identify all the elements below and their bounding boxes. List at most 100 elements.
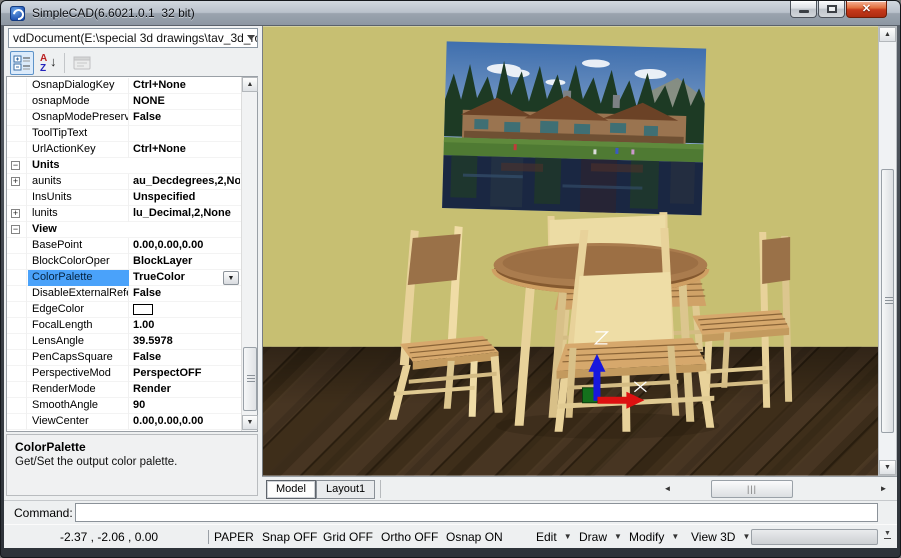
document-selector[interactable]: vdDocument(E:\special 3d drawings\tav_3d… (8, 28, 258, 48)
property-description: ColorPalette Get/Set the output color pa… (6, 434, 258, 496)
property-row[interactable]: RenderModeRender (7, 382, 241, 398)
property-row[interactable]: PerspectiveModPerspectOFF (7, 366, 241, 382)
property-name: SmoothAngle (28, 398, 129, 414)
property-row[interactable]: BasePoint0.00,0.00,0.00 (7, 238, 241, 254)
property-value[interactable]: False (130, 110, 240, 126)
status-toggle-osnap-on[interactable]: Osnap ON (446, 525, 503, 549)
tab-model[interactable]: Model (266, 480, 316, 499)
property-value[interactable]: 0.00,0.00,0.00 (130, 414, 240, 430)
plus-expander-icon[interactable]: + (11, 177, 20, 186)
scroll-up-icon[interactable]: ▲ (879, 27, 896, 42)
status-menu-edit[interactable]: Edit▼ (536, 525, 572, 549)
property-value[interactable] (130, 302, 240, 318)
status-menu-draw[interactable]: Draw▼ (579, 525, 622, 549)
property-name: ViewCenter (28, 414, 129, 430)
property-grid: OsnapDialogKeyCtrl+NoneosnapModeNONEOsna… (6, 76, 258, 432)
wall-picture (442, 41, 706, 215)
property-value[interactable]: au_Decdegrees,2,None (130, 174, 240, 190)
scroll-up-icon[interactable]: ▲ (242, 77, 258, 92)
property-pages-button[interactable] (70, 51, 94, 75)
property-value[interactable]: NONE (130, 94, 240, 110)
thumb-grip-icon (885, 297, 893, 304)
scroll-right-icon[interactable]: ► (876, 481, 891, 497)
status-toggle-grid-off[interactable]: Grid OFF (323, 525, 373, 549)
minus-expander-icon[interactable]: − (11, 161, 20, 170)
scrollbar-thumb[interactable] (243, 347, 257, 411)
status-toggle-ortho-off[interactable]: Ortho OFF (381, 525, 438, 549)
property-value[interactable]: lu_Decimal,2,None (130, 206, 240, 222)
property-row[interactable]: ViewCenter0.00,0.00,0.00 (7, 414, 241, 430)
property-row[interactable]: DisableExternalRefeFalse (7, 286, 241, 302)
property-category-row[interactable]: −View (7, 222, 241, 238)
value-dropdown-button[interactable]: ▼ (223, 271, 239, 285)
viewport-vscrollbar[interactable]: ▲ ▼ (878, 26, 897, 476)
scroll-left-icon[interactable]: ◄ (660, 481, 675, 497)
hscrollbar-thumb[interactable]: ||| (711, 480, 793, 498)
alphabetical-sort-button[interactable]: A Z ↓ (36, 51, 60, 75)
property-category-row[interactable]: −Units (7, 158, 241, 174)
menu-label: Draw (579, 530, 607, 544)
property-row[interactable]: FocalLength1.00 (7, 318, 241, 334)
row-gutter (7, 142, 27, 158)
property-name: EdgeColor (28, 302, 129, 318)
property-row[interactable]: osnapModeNONE (7, 94, 241, 110)
thumb-grip-icon (247, 375, 255, 382)
property-value[interactable]: False (130, 286, 240, 302)
row-gutter (7, 382, 27, 398)
row-gutter: − (7, 222, 27, 238)
property-name: BlockColorOper (28, 254, 129, 270)
property-value[interactable]: False (130, 350, 240, 366)
status-toggle-snap-off[interactable]: Snap OFF (262, 525, 317, 549)
tab-layout1[interactable]: Layout1 (316, 480, 375, 499)
property-row[interactable]: ColorPaletteTrueColor▼ (7, 270, 241, 286)
property-row[interactable]: UrlActionKeyCtrl+None (7, 142, 241, 158)
status-menu-view-3d[interactable]: View 3D▼ (691, 525, 750, 549)
property-value[interactable]: Ctrl+None (130, 142, 240, 158)
property-row[interactable]: ToolTipText (7, 126, 241, 142)
command-label: Command: (14, 501, 73, 525)
row-gutter (7, 270, 27, 286)
property-row[interactable]: OsnapModePreserveFalse (7, 110, 241, 126)
status-toggle-paper[interactable]: PAPER (214, 525, 254, 549)
property-value[interactable]: Render (130, 382, 240, 398)
property-row[interactable]: OsnapDialogKeyCtrl+None (7, 78, 241, 94)
property-value[interactable]: 0.00,0.00,0.00 (130, 238, 240, 254)
maximize-button[interactable] (818, 1, 845, 18)
property-value[interactable]: 39.5978 (130, 334, 240, 350)
property-row[interactable]: SmoothAngle90 (7, 398, 241, 414)
status-bar: -2.37 , -2.06 , 0.00 ▼ PAPERSnap OFFGrid… (4, 524, 897, 548)
property-value[interactable]: BlockLayer (130, 254, 240, 270)
row-gutter (7, 286, 27, 302)
property-grid-scrollbar[interactable]: ▲ ▼ (241, 77, 257, 431)
status-menu-modify[interactable]: Modify▼ (629, 525, 679, 549)
property-value[interactable]: 1.00 (130, 318, 240, 334)
command-input[interactable] (75, 503, 878, 522)
close-button[interactable]: ✕ (846, 1, 887, 18)
property-row[interactable]: +lunitslu_Decimal,2,None (7, 206, 241, 222)
scroll-down-icon[interactable]: ▼ (242, 415, 258, 430)
command-bar: Command: (4, 500, 897, 524)
statusbar-expand-icon[interactable]: ▼ (882, 529, 893, 539)
color-swatch (133, 304, 153, 315)
property-value[interactable]: Ctrl+None (130, 78, 240, 94)
property-row[interactable]: +aunitsau_Decdegrees,2,None (7, 174, 241, 190)
minimize-button[interactable] (790, 1, 817, 18)
title-bar[interactable]: SimpleCAD(6.6021.0.1 32 bit) ✕ (1, 1, 900, 26)
property-value[interactable] (130, 126, 240, 142)
minus-expander-icon[interactable]: − (11, 225, 20, 234)
plus-expander-icon[interactable]: + (11, 209, 20, 218)
categorized-button[interactable] (10, 51, 34, 75)
scrollbar-thumb[interactable] (881, 169, 894, 433)
close-icon: ✕ (847, 2, 886, 15)
menu-label: View 3D (691, 530, 735, 544)
property-row[interactable]: BlockColorOperBlockLayer (7, 254, 241, 270)
viewport-canvas[interactable] (262, 26, 878, 476)
scroll-down-icon[interactable]: ▼ (879, 460, 896, 475)
property-value[interactable]: 90 (130, 398, 240, 414)
property-row[interactable]: EdgeColor (7, 302, 241, 318)
property-row[interactable]: LensAngle39.5978 (7, 334, 241, 350)
property-row[interactable]: PenCapsSquareFalse (7, 350, 241, 366)
property-value[interactable]: Unspecified (130, 190, 240, 206)
property-row[interactable]: InsUnitsUnspecified (7, 190, 241, 206)
property-value[interactable]: PerspectOFF (130, 366, 240, 382)
